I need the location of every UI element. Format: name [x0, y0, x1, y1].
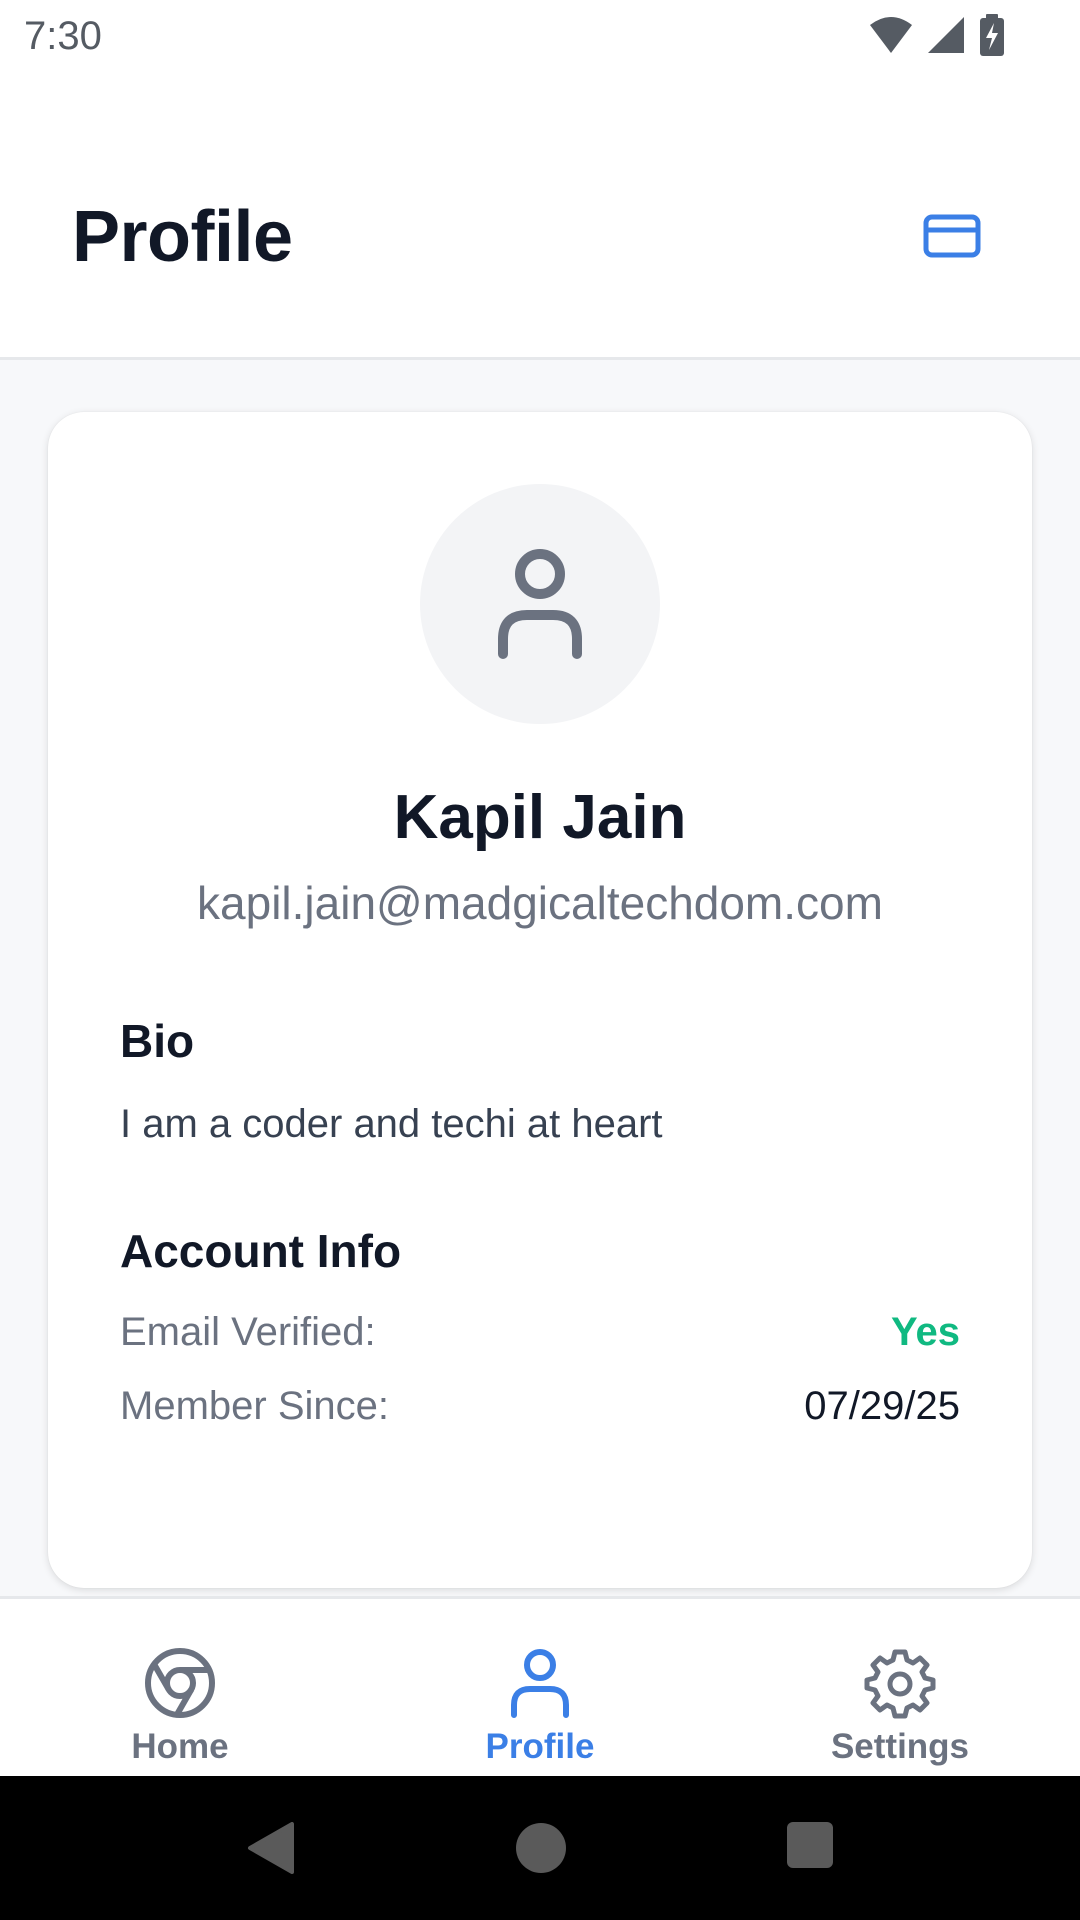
user-icon: [511, 1649, 569, 1718]
chrome-icon: [145, 1648, 215, 1718]
nav-item-home[interactable]: Home: [0, 1599, 360, 1776]
page-title: Profile: [72, 197, 293, 277]
status-bar: 7:30: [0, 0, 1080, 74]
nav-label-home: Home: [131, 1727, 229, 1766]
user-icon: [498, 549, 582, 659]
bottom-nav: Home Profile Settings: [0, 1596, 1080, 1776]
email-verified-row: Email Verified: Yes: [120, 1310, 960, 1355]
profile-card: Kapil Jain kapil.jain@madgicaltechdom.co…: [48, 412, 1032, 1588]
member-since-value: 07/29/25: [804, 1384, 960, 1428]
home-circle-icon[interactable]: [515, 1822, 567, 1874]
nav-item-profile[interactable]: Profile: [360, 1599, 720, 1776]
email-verified-value: Yes: [891, 1310, 960, 1354]
bio-text: I am a coder and techi at heart: [120, 1102, 663, 1146]
user-email: kapil.jain@madgicaltechdom.com: [197, 877, 883, 929]
nav-label-profile: Profile: [485, 1727, 595, 1766]
gear-icon: [864, 1649, 936, 1719]
user-name: Kapil Jain: [393, 783, 687, 852]
avatar[interactable]: [420, 484, 660, 724]
card-button[interactable]: [920, 208, 984, 264]
nav-item-settings[interactable]: Settings: [720, 1599, 1080, 1776]
member-since-row: Member Since: 07/29/25: [120, 1384, 960, 1429]
bio-title: Bio: [120, 1015, 195, 1067]
credit-card-icon: [923, 214, 981, 258]
system-nav-bar: [0, 1776, 1080, 1920]
app-header: Profile: [0, 74, 1080, 360]
nav-label-settings: Settings: [830, 1727, 970, 1766]
email-verified-label: Email Verified:: [120, 1310, 376, 1354]
cell-signal-icon: [928, 17, 964, 53]
status-time: 7:30: [24, 14, 102, 58]
status-icons: [868, 14, 1006, 56]
screen: 7:30 Profile Kapil Jain kapil.jain@madgi…: [0, 0, 1080, 1920]
recents-icon[interactable]: [787, 1822, 833, 1868]
wifi-icon: [870, 17, 912, 53]
battery-charging-icon: [980, 14, 1004, 56]
account-info-title: Account Info: [120, 1225, 402, 1277]
member-since-label: Member Since:: [120, 1384, 389, 1428]
back-icon[interactable]: [246, 1822, 294, 1874]
